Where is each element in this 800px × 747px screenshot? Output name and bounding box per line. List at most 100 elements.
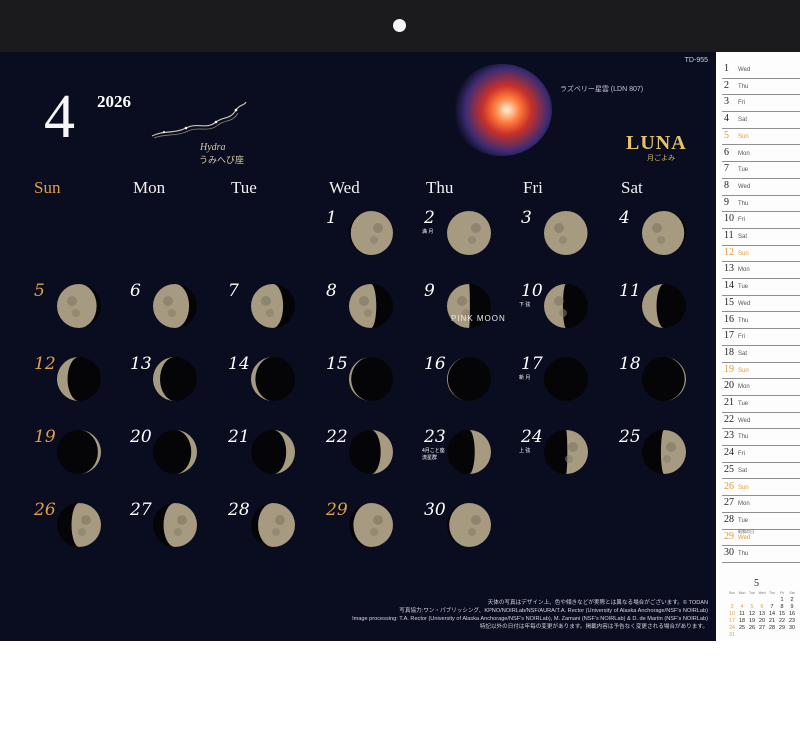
moon-phase-icon: [543, 356, 589, 406]
mini-day: [727, 597, 737, 604]
memo-day: 24: [724, 447, 734, 459]
mini-day: 22: [779, 618, 785, 624]
mini-day: 4: [740, 604, 744, 610]
day-number: 25: [619, 427, 641, 447]
day-number: 30: [424, 500, 446, 520]
memo-row: 2 Thu: [722, 78, 800, 96]
next-month-title: 5: [754, 578, 759, 589]
mini-weekday: Tue: [749, 591, 755, 595]
day-cell: 12: [34, 354, 132, 426]
memo-day: 21: [724, 397, 734, 408]
memo-weekday: Thu: [738, 200, 749, 207]
mini-day: [777, 632, 787, 639]
moon-phase-icon: [56, 283, 102, 333]
moon-phase-icon: [152, 429, 198, 479]
mini-day: 18: [739, 618, 745, 624]
memo-weekday: Sat: [738, 467, 748, 474]
day-cell: 2満 月: [422, 208, 522, 280]
credit-line: 写真協力:ワン・パブリッシング、KPNO/NOIRLab/NSF/AURA/T.…: [399, 608, 708, 615]
memo-day: 29: [724, 530, 734, 542]
day-cell: 8: [326, 281, 424, 353]
moon-phase-icon: [543, 210, 589, 260]
memo-weekday: Sat: [738, 234, 748, 240]
memo-weekday: Sun: [738, 367, 749, 374]
mini-day: 30: [789, 625, 795, 631]
memo-weekday: Wed: [738, 534, 751, 541]
memo-day: 6: [724, 146, 729, 158]
memo-row: 29 昭和の日 Wed: [722, 529, 800, 547]
weekday-header: Tue: [231, 178, 257, 197]
day-cell: 3: [521, 208, 619, 280]
mini-day: [747, 597, 757, 604]
memo-day: 25: [724, 463, 734, 475]
product-code: TD-955: [684, 57, 708, 64]
moon-phase-note: 4月こと座 流星群: [422, 448, 445, 461]
day-cell: 19: [34, 427, 132, 499]
memo-weekday: Wed: [738, 67, 751, 73]
mini-day: [767, 632, 777, 639]
weekday-header: Thu: [426, 178, 454, 197]
weekday-header: Fri: [523, 178, 543, 197]
memo-day: 11: [724, 230, 734, 241]
moon-phase-icon: [348, 502, 394, 552]
moon-phase-icon: [250, 429, 296, 479]
mini-day: 1: [780, 597, 784, 603]
moon-phase-note: 上 弦: [519, 448, 531, 454]
day-number: 27: [130, 500, 152, 520]
mini-day: 19: [749, 618, 755, 624]
day-number: 9: [424, 281, 435, 301]
brand-subtitle: 月ごよみ: [647, 155, 675, 162]
mini-weekday: Sun: [728, 591, 736, 595]
day-cell: 29: [326, 500, 424, 572]
day-cell: 5: [34, 281, 132, 353]
mini-day: 8: [780, 604, 784, 610]
mini-day: 9: [790, 604, 794, 610]
day-cell: 6: [130, 281, 228, 353]
day-number: 13: [130, 354, 152, 374]
memo-row: 13 Mon: [722, 261, 800, 280]
day-cell: 14: [228, 354, 326, 426]
memo-row: 18 Sat: [722, 345, 800, 363]
memo-row: 15 Wed: [722, 295, 800, 313]
mini-weekday: Wed: [758, 591, 766, 595]
memo-row: 28 Tue: [722, 512, 800, 530]
mini-day: [767, 597, 777, 604]
day-cell: 27: [130, 500, 228, 572]
day-number: 3: [521, 208, 532, 228]
next-month-calendar: Sun Mon Tue Wed Thu Fri Sat 1 2 3 4 5 6 7 8 9 10 11 12 13 14…: [727, 590, 797, 639]
memo-row: 27 Mon: [722, 495, 800, 513]
moon-phase-icon: [56, 429, 102, 479]
memo-day: 2: [724, 79, 729, 91]
memo-day: 10: [724, 213, 734, 225]
memo-weekday: Tue: [738, 284, 749, 291]
day-number: 26: [34, 500, 56, 520]
memo-day: 8: [724, 179, 729, 191]
day-cell: 7: [228, 281, 326, 353]
memo-row: 20 Mon: [722, 378, 800, 396]
memo-weekday: Fri: [738, 217, 745, 224]
moon-phase-icon: [641, 356, 687, 406]
mini-day: 14: [769, 611, 775, 617]
day-cell: 15: [326, 354, 424, 426]
memo-row: 12 Sun: [722, 245, 800, 263]
day-cell: 13: [130, 354, 228, 426]
moon-phase-icon: [250, 502, 296, 552]
day-cell: 22: [326, 427, 424, 499]
day-number: 8: [326, 281, 337, 301]
weekday-header: Sun: [34, 178, 61, 197]
memo-row: 11 Sat: [722, 228, 800, 246]
memo-day: 28: [724, 513, 734, 525]
mini-day: 23: [789, 618, 795, 624]
memo-row: 26 Sun: [722, 479, 800, 497]
memo-day: 19: [724, 363, 734, 375]
memo-day: 26: [724, 480, 734, 492]
moon-phase-icon: [543, 283, 589, 333]
memo-weekday: Mon: [738, 150, 750, 157]
mini-day: 16: [789, 611, 795, 617]
day-number: 29: [326, 500, 348, 520]
day-number: 11: [619, 281, 641, 301]
memo-weekday: Sun: [738, 250, 749, 257]
memo-weekday: Tue: [738, 167, 749, 174]
hydra-constellation-icon: [151, 101, 247, 139]
brand-logo: LUNA: [626, 132, 687, 154]
